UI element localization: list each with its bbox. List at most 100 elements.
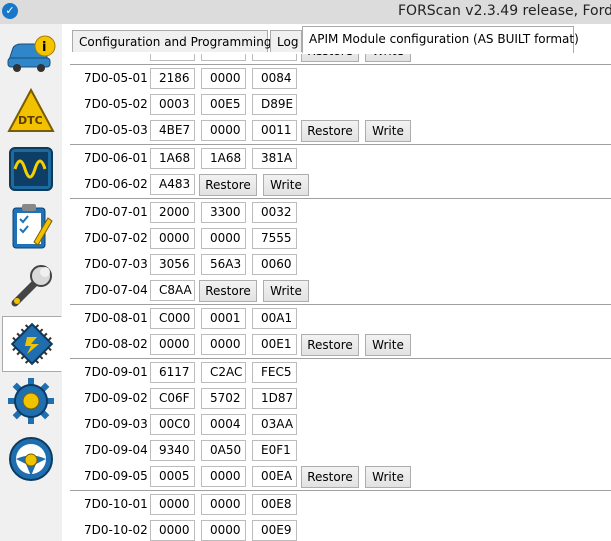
value-field[interactable]: 0000: [201, 228, 246, 249]
tab-apim-configuration[interactable]: APIM Module configuration (AS BUILT form…: [302, 26, 579, 53]
value-field[interactable]: 9340: [150, 440, 195, 461]
value-field[interactable]: E0F1: [252, 440, 297, 461]
value-field[interactable]: 0004: [201, 414, 246, 435]
value-field[interactable]: 4BE7: [150, 120, 195, 141]
value-field[interactable]: 0000: [150, 494, 195, 515]
value-field[interactable]: 0003: [150, 94, 195, 115]
value-field[interactable]: 0001: [201, 308, 246, 329]
value-field[interactable]: 3056: [150, 254, 195, 275]
value-field[interactable]: 00E1: [252, 334, 297, 355]
value-field[interactable]: 0000: [201, 334, 246, 355]
value-field[interactable]: 3300: [201, 202, 246, 223]
row-address: 7D0-04-01: [84, 54, 148, 57]
write-button[interactable]: Write: [365, 54, 411, 62]
table-row: 7D0-09-02 C06F 5702 1D87: [70, 386, 611, 412]
sidebar-item-modules[interactable]: [2, 316, 62, 372]
value-field[interactable]: 0000: [150, 334, 195, 355]
write-button[interactable]: Write: [365, 334, 411, 356]
row-address: 7D0-05-01: [84, 71, 148, 85]
value-field[interactable]: 00E5: [201, 94, 246, 115]
table-row: 7D0-07-02 0000 0000 7555: [70, 226, 611, 252]
value-field[interactable]: 0324: [150, 54, 195, 61]
value-field[interactable]: 56A3: [201, 254, 246, 275]
group-separator: [70, 304, 611, 305]
write-button[interactable]: Write: [263, 174, 309, 196]
value-field[interactable]: 00C0: [150, 414, 195, 435]
sidebar-item-settings[interactable]: [2, 374, 60, 428]
tab-configuration-programming[interactable]: Configuration and Programming: [72, 30, 271, 52]
value-field[interactable]: 0000: [201, 68, 246, 89]
sidebar-item-help[interactable]: [2, 432, 60, 486]
value-field[interactable]: A483: [150, 174, 195, 195]
value-field[interactable]: D89E: [252, 94, 297, 115]
row-address: 7D0-05-03: [84, 123, 148, 137]
table-row: 7D0-07-01 2000 3300 0032: [70, 200, 611, 226]
value-field[interactable]: 1A68: [201, 148, 246, 169]
value-field[interactable]: 6117: [150, 362, 195, 383]
table-row: 7D0-09-03 00C0 0004 03AA: [70, 412, 611, 438]
value-field[interactable]: 0000: [201, 494, 246, 515]
value-field[interactable]: 00EA: [252, 466, 297, 487]
restore-button[interactable]: Restore: [199, 280, 257, 302]
table-row: 7D0-08-01 C000 0001 00A1: [70, 306, 611, 332]
value-field[interactable]: C000: [150, 308, 195, 329]
sidebar-item-dtc[interactable]: DTC: [2, 84, 60, 138]
value-field[interactable]: 381A: [252, 148, 297, 169]
value-field[interactable]: 1A68: [150, 148, 195, 169]
value-field[interactable]: 0084: [252, 68, 297, 89]
row-address: 7D0-07-04: [84, 283, 148, 297]
steering-wheel-icon: [9, 437, 53, 481]
value-field[interactable]: 00E8: [252, 494, 297, 515]
value-field[interactable]: 0063: [252, 54, 297, 61]
row-address: 7D0-09-04: [84, 443, 148, 457]
restore-button[interactable]: Restore: [301, 334, 359, 356]
restore-button[interactable]: Restore: [199, 174, 257, 196]
sidebar-item-vehicle-info[interactable]: i: [2, 26, 60, 80]
value-field[interactable]: 0000: [201, 120, 246, 141]
row-address: 7D0-09-05: [84, 469, 148, 483]
write-button[interactable]: Write: [365, 120, 411, 142]
value-field[interactable]: 5702: [201, 388, 246, 409]
value-field[interactable]: FEC5: [252, 362, 297, 383]
value-field[interactable]: 0032: [252, 202, 297, 223]
row-address: 7D0-07-01: [84, 205, 148, 219]
value-field[interactable]: 0000: [201, 54, 246, 61]
title-bar: ✓ FORScan v2.3.49 release, Ford F-1: [0, 0, 611, 25]
value-field[interactable]: 1D87: [252, 388, 297, 409]
value-field[interactable]: C06F: [150, 388, 195, 409]
value-field[interactable]: 00A1: [252, 308, 297, 329]
sidebar-item-oscilloscope[interactable]: [2, 142, 60, 196]
sidebar-item-checklist[interactable]: [2, 200, 60, 254]
value-field[interactable]: 0000: [150, 228, 195, 249]
table-row: 7D0-10-01 0000 0000 00E8: [70, 492, 611, 518]
value-field[interactable]: 2000: [150, 202, 195, 223]
tab-log[interactable]: Log: [270, 30, 302, 52]
value-field[interactable]: 0A50: [201, 440, 246, 461]
restore-button[interactable]: Restore: [301, 466, 359, 488]
write-button[interactable]: Write: [365, 466, 411, 488]
restore-button[interactable]: Restore: [301, 54, 359, 62]
row-address: 7D0-09-03: [84, 417, 148, 431]
row-address: 7D0-06-01: [84, 151, 148, 165]
value-field[interactable]: C8AA: [150, 280, 195, 301]
value-field[interactable]: 2186: [150, 68, 195, 89]
value-field[interactable]: 03AA: [252, 414, 297, 435]
value-field[interactable]: 0011: [252, 120, 297, 141]
value-field[interactable]: 0000: [201, 466, 246, 487]
value-field[interactable]: 0000: [201, 520, 246, 541]
app-icon: ✓: [2, 3, 18, 19]
value-field[interactable]: 0060: [252, 254, 297, 275]
row-address: 7D0-05-02: [84, 97, 148, 111]
write-button[interactable]: Write: [263, 280, 309, 302]
window-title: FORScan v2.3.49 release, Ford F-1: [398, 3, 611, 19]
value-field[interactable]: C2AC: [201, 362, 246, 383]
tab-strip: Configuration and Programming Log APIM M…: [62, 24, 611, 54]
value-field[interactable]: 0000: [150, 520, 195, 541]
group-separator: [70, 64, 611, 65]
table-row: 7D0-09-04 9340 0A50 E0F1: [70, 438, 611, 464]
sidebar-item-service[interactable]: [2, 258, 60, 312]
value-field[interactable]: 7555: [252, 228, 297, 249]
value-field[interactable]: 0005: [150, 466, 195, 487]
restore-button[interactable]: Restore: [301, 120, 359, 142]
value-field[interactable]: 00E9: [252, 520, 297, 541]
